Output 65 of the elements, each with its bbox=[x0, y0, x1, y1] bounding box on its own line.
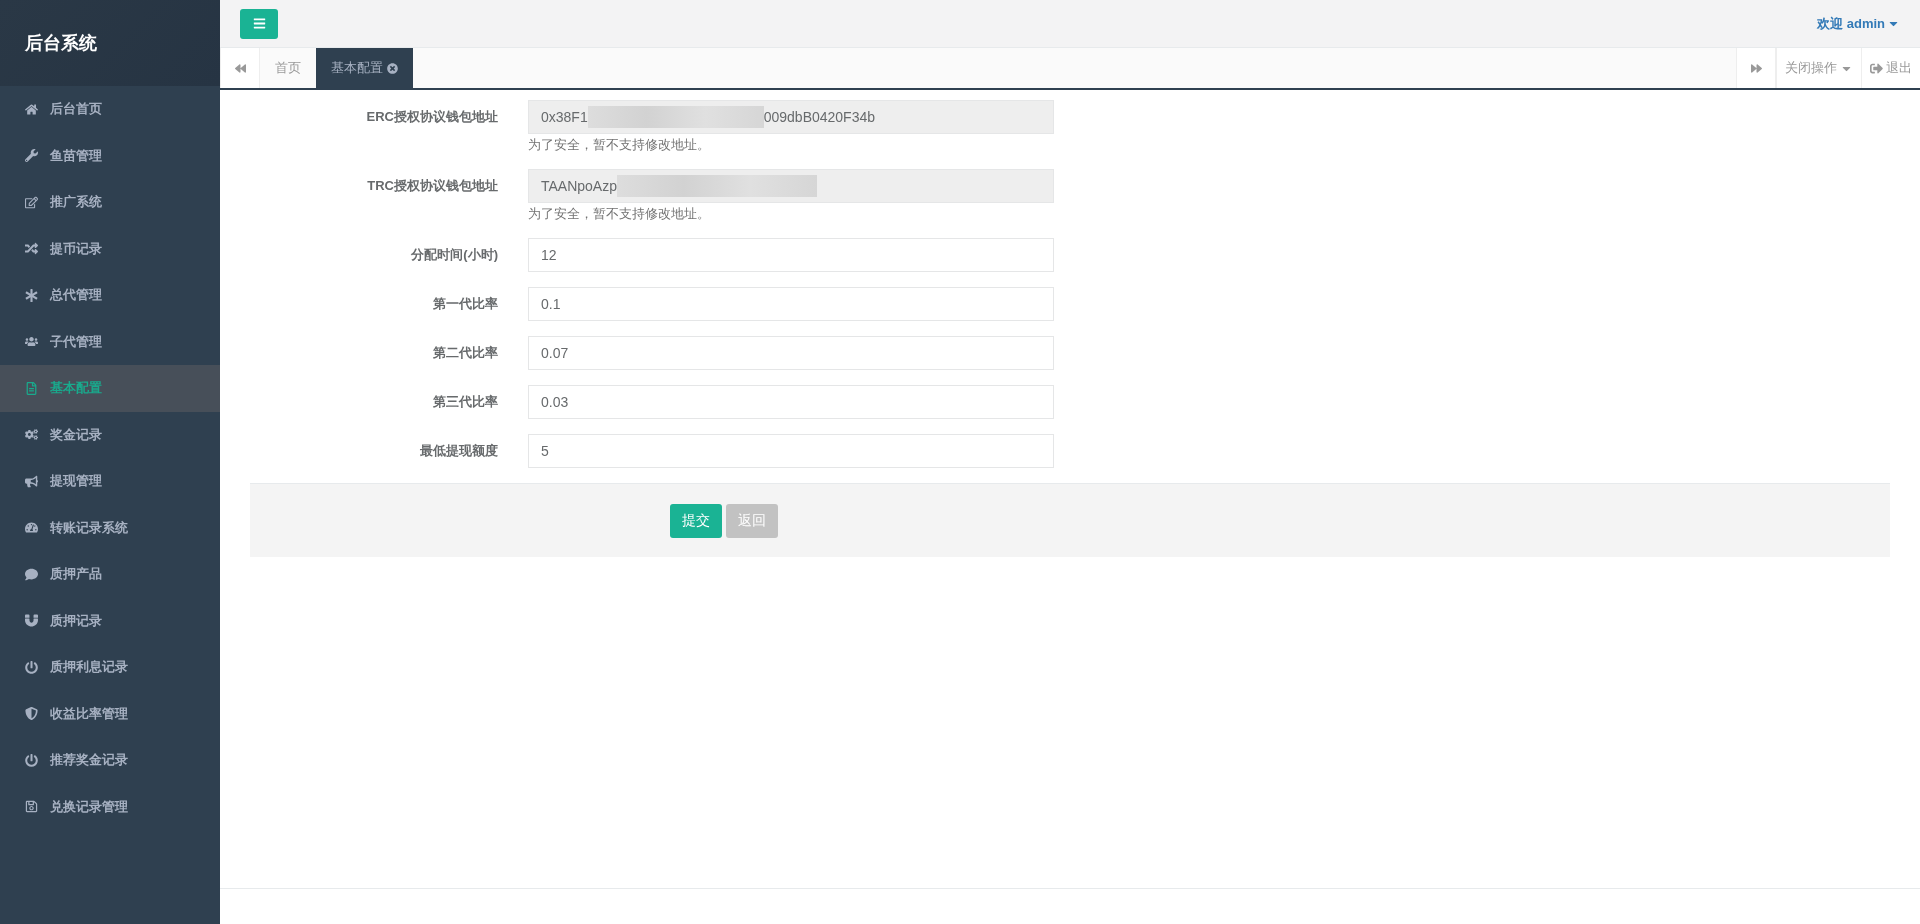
field-label: 最低提现额度 bbox=[419, 442, 498, 460]
input-field[interactable]: 0.07 bbox=[528, 336, 1054, 370]
help-text: 为了安全，暂不支持修改地址。 bbox=[528, 205, 711, 223]
input-field[interactable]: 12 bbox=[528, 238, 1054, 272]
sidebar-item[interactable]: 提币记录 bbox=[0, 225, 220, 272]
power-icon bbox=[25, 660, 38, 674]
sidebar-item[interactable]: 质押产品 bbox=[0, 551, 220, 598]
scroll-left-button[interactable] bbox=[220, 48, 260, 88]
field-label: 第一代比率 bbox=[432, 295, 498, 313]
field-label: 分配时间(小时) bbox=[410, 246, 498, 264]
close-icon[interactable] bbox=[387, 62, 398, 74]
address-field[interactable]: 0x38F1 009dbB0420F34b bbox=[528, 100, 1054, 134]
sidebar-item[interactable]: 质押记录 bbox=[0, 597, 220, 644]
menu-button[interactable] bbox=[240, 8, 278, 39]
megaphone-icon bbox=[25, 474, 38, 488]
sidebar-item[interactable]: 兑换记录管理 bbox=[0, 783, 220, 830]
submit-button[interactable]: 提交 bbox=[670, 503, 722, 538]
asterisk-icon bbox=[25, 288, 38, 302]
sidebar-item[interactable]: 子代管理 bbox=[0, 318, 220, 365]
sidebar-item[interactable]: 奖金记录 bbox=[0, 411, 220, 458]
magnet-icon bbox=[25, 614, 38, 628]
gauge-icon bbox=[25, 521, 38, 535]
sidebar-item[interactable]: 提现管理 bbox=[0, 458, 220, 505]
scroll-right-button[interactable] bbox=[1736, 48, 1776, 88]
user-menu[interactable]: 欢迎 admin bbox=[1817, 14, 1900, 33]
field-label: 第三代比率 bbox=[432, 393, 498, 411]
sidebar-item[interactable]: 收益比率管理 bbox=[0, 690, 220, 737]
sidebar-item[interactable]: 后台首页 bbox=[0, 86, 220, 133]
gears-icon bbox=[25, 428, 38, 442]
speech-bubble-icon bbox=[25, 567, 38, 581]
close-tabs-menu[interactable]: 关闭操作 bbox=[1776, 48, 1861, 88]
double-arrow-right-icon bbox=[1750, 62, 1762, 74]
sidebar-item[interactable]: 鱼苗管理 bbox=[0, 132, 220, 179]
sidebar-item[interactable]: 推广系统 bbox=[0, 179, 220, 226]
menu-icon bbox=[252, 17, 266, 30]
sidebar-item[interactable]: 质押利息记录 bbox=[0, 644, 220, 691]
logout-link[interactable]: 退出 bbox=[1861, 48, 1920, 88]
double-arrow-left-icon bbox=[234, 62, 246, 74]
tab[interactable]: 首页 bbox=[260, 48, 316, 88]
edit-icon bbox=[25, 195, 38, 209]
input-field[interactable]: 0.1 bbox=[528, 287, 1054, 321]
shuffle-icon bbox=[25, 242, 38, 256]
address-field[interactable]: TAANpoAzp bbox=[528, 169, 1054, 203]
tab[interactable]: 基本配置 bbox=[316, 48, 413, 88]
input-field[interactable]: 5 bbox=[528, 434, 1054, 468]
document-icon bbox=[25, 381, 38, 395]
sidebar-item[interactable]: 转账记录系统 bbox=[0, 504, 220, 551]
field-value: TAANpoAzp bbox=[541, 178, 617, 194]
field-label: ERC授权协议钱包地址 bbox=[365, 108, 498, 126]
shield-icon bbox=[25, 707, 38, 721]
wrench-icon bbox=[25, 149, 38, 163]
sidebar-item[interactable]: 基本配置 bbox=[0, 365, 220, 412]
input-field[interactable]: 0.03 bbox=[528, 385, 1054, 419]
power-icon bbox=[25, 753, 38, 767]
sidebar-item[interactable]: 推荐奖金记录 bbox=[0, 737, 220, 784]
sidebar-item[interactable]: 总代管理 bbox=[0, 272, 220, 319]
field-value: 009dbB0420F34b bbox=[763, 109, 876, 125]
app-title: 后台系统 bbox=[25, 32, 97, 55]
field-label: 第二代比率 bbox=[432, 344, 498, 362]
field-label: TRC授权协议钱包地址 bbox=[366, 177, 498, 195]
field-value: 0x38F1 bbox=[541, 109, 588, 125]
logout-icon bbox=[1870, 61, 1883, 75]
users-icon bbox=[25, 335, 38, 349]
help-text: 为了安全，暂不支持修改地址。 bbox=[528, 136, 711, 154]
home-icon bbox=[25, 102, 38, 116]
